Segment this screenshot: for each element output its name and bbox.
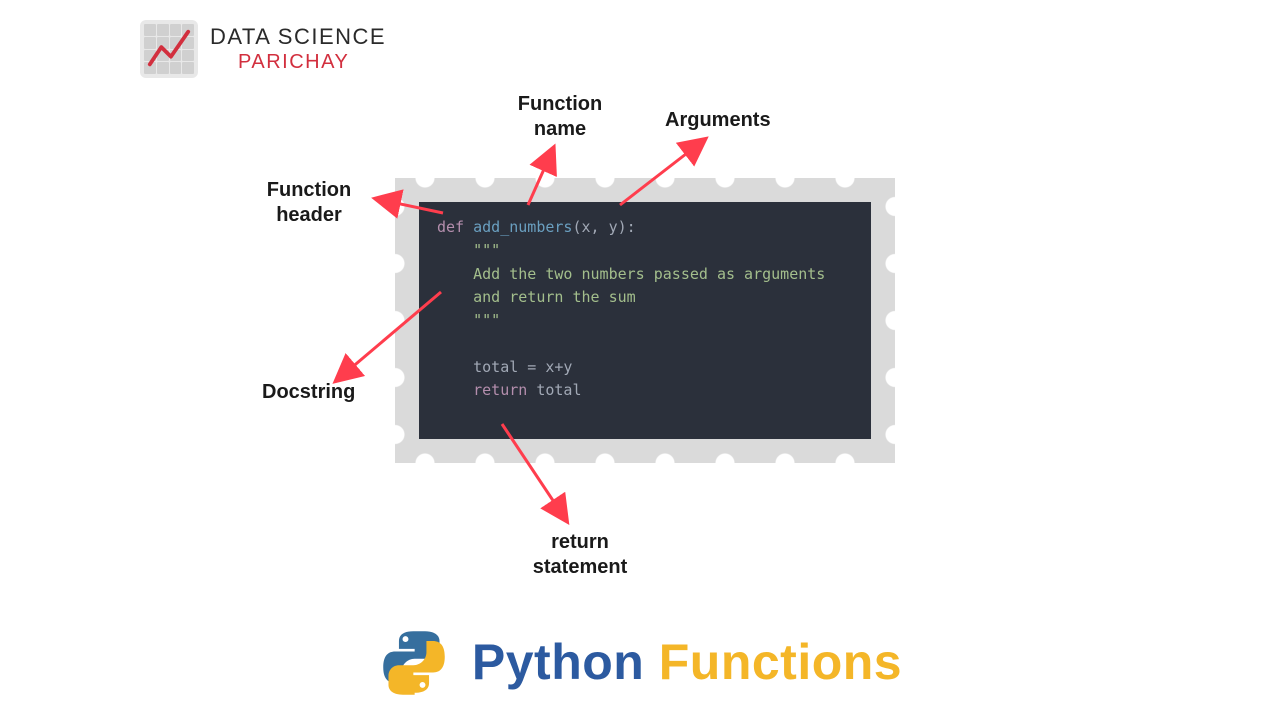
doc-open: """ bbox=[473, 241, 500, 259]
title-word2: Functions bbox=[659, 634, 902, 690]
keyword-return: return bbox=[473, 381, 527, 399]
code-block: def add_numbers(x, y): """ Add the two n… bbox=[419, 202, 871, 439]
doc-close: """ bbox=[473, 311, 500, 329]
logo-line2: PARICHAY bbox=[238, 50, 386, 74]
code-stamp-frame: def add_numbers(x, y): """ Add the two n… bbox=[395, 178, 895, 463]
label-docstring: Docstring bbox=[262, 380, 355, 405]
label-arguments: Arguments bbox=[665, 108, 771, 133]
keyword-def: def bbox=[437, 218, 464, 236]
params: (x, y): bbox=[572, 218, 635, 236]
doc-line1: Add the two numbers passed as arguments bbox=[473, 265, 825, 283]
title-word1: Python bbox=[472, 634, 644, 690]
assign-line: total = x+y bbox=[473, 358, 572, 376]
doc-line2: and return the sum bbox=[473, 288, 636, 306]
label-function-name: Functionname bbox=[500, 92, 620, 142]
logo: DATA SCIENCE PARICHAY bbox=[140, 20, 386, 78]
return-value: total bbox=[527, 381, 581, 399]
label-function-header: Functionheader bbox=[254, 178, 364, 228]
python-logo-icon bbox=[378, 626, 450, 698]
label-return-statement: returnstatement bbox=[515, 530, 645, 580]
logo-chart-icon bbox=[140, 20, 198, 78]
function-name: add_numbers bbox=[473, 218, 572, 236]
footer-title-area: Python Functions bbox=[0, 626, 1280, 698]
logo-line1: DATA SCIENCE bbox=[210, 24, 386, 50]
